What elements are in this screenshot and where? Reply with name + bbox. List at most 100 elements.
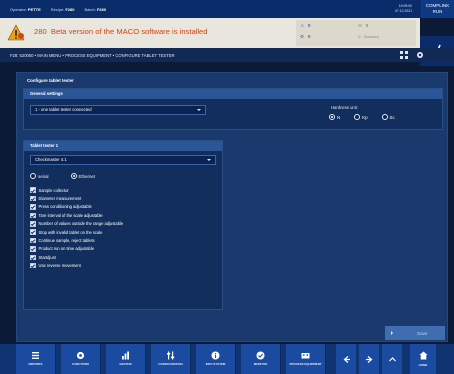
connection-option-serial[interactable]: serial <box>30 173 49 179</box>
checkbox-checked-icon[interactable] <box>30 212 36 219</box>
alarm-count-pending: ⚙ 0 <box>300 34 311 39</box>
checkbox-checked-icon[interactable] <box>30 237 36 244</box>
summary-link: ≡ Summary <box>358 34 380 39</box>
nav-graphs-button[interactable]: GRAPHS <box>106 344 146 374</box>
radio-selected-icon <box>329 114 335 120</box>
complink-label: COMPLINK <box>425 3 450 8</box>
complink-run-button[interactable]: COMPLINK RUN <box>421 0 454 18</box>
tester-option-label: Stop with invalid tablet on the scale <box>38 229 103 235</box>
connection-option-label: serial <box>38 173 49 179</box>
sliders-icon <box>167 351 175 360</box>
nav-info-system-button[interactable]: INFO SYSTEM <box>196 344 236 374</box>
tester-option-row[interactable]: Diameter measurement <box>30 194 220 202</box>
radio-icon <box>354 114 361 120</box>
nav-label: MONITOR <box>253 362 268 367</box>
tester-option-row[interactable]: Startdjust <box>30 253 220 261</box>
nav-reports-button[interactable]: REPORTS <box>16 344 56 374</box>
tester-option-label: Product run on time adjustable <box>38 246 95 252</box>
checkbox-checked-icon[interactable] <box>30 195 36 202</box>
message-count: ✉ 0 <box>358 23 369 28</box>
hardness-unit-radio-group: N Kp Sc <box>329 114 395 120</box>
tester-model-value: Checkmaster 4.1 <box>35 157 67 162</box>
chevron-down-icon <box>207 159 211 161</box>
tester-option-row[interactable]: Product run on time adjustable <box>30 245 220 253</box>
nav-process-equipment-button[interactable]: PROCESS EQUIPMENT <box>286 344 326 374</box>
tester-option-row[interactable]: Stop with invalid tablet on the scale <box>30 228 220 236</box>
gear-icon <box>76 352 85 360</box>
nav-label: GRAPHS <box>119 362 132 367</box>
checkbox-checked-icon[interactable] <box>30 246 36 252</box>
nav-monitor-button[interactable]: MONITOR <box>241 344 281 374</box>
equipment-icon <box>301 353 310 359</box>
connection-radio-group: serial Ethernet <box>30 173 95 179</box>
back-button[interactable] <box>336 344 356 374</box>
tester-option-label: Startdjust <box>38 254 56 260</box>
complink-state: RUN <box>432 8 443 14</box>
tester-option-row[interactable]: Continue sample, reject tablets <box>30 236 220 244</box>
nav-configuration-button[interactable]: CONFIGURATION <box>151 344 191 374</box>
radio-icon <box>30 173 36 179</box>
radio-icon <box>381 114 388 120</box>
tester-option-label: Diameter measurement <box>38 196 82 202</box>
tester-option-row[interactable]: Tare interval of the scale adjustable <box>30 211 220 219</box>
tester-option-label: Number of values outside the range adjus… <box>38 221 124 227</box>
connection-option-ethernet[interactable]: Ethernet <box>70 173 96 179</box>
page-title: Configure tablet tester <box>27 78 74 83</box>
home-button[interactable]: HOME <box>410 344 436 374</box>
save-button[interactable]: Save <box>385 326 445 340</box>
date-text: 07.12.2021 <box>395 8 412 13</box>
checkbox-checked-icon[interactable] <box>30 229 36 235</box>
reports-icon <box>32 352 39 360</box>
bottom-navigation: REPORTS FUNCTIONS GRAPHS CONFIGURATION INFO … <box>0 344 454 374</box>
checkbox-checked-icon[interactable] <box>30 187 36 193</box>
checkbox-checked-icon[interactable] <box>30 204 36 210</box>
operator-field: Operator:PETTE <box>10 6 41 12</box>
nav-label: CONFIGURATION <box>158 362 183 367</box>
tester-option-row[interactable]: Sample collector <box>30 186 220 194</box>
grid-icon[interactable] <box>400 51 408 59</box>
tester-count-select[interactable]: 1 - one tablet tester connected <box>30 105 206 115</box>
nav-label: REPORTS <box>28 362 43 367</box>
warning-banner[interactable]: 280 Beta version of the MACO software is… <box>0 18 454 66</box>
nav-functions-button[interactable]: FUNCTIONS <box>61 344 101 374</box>
tester-option-label: Tare interval of the scale adjustable <box>38 212 103 218</box>
save-label: Save <box>417 330 428 336</box>
chevron-up-icon <box>388 356 396 361</box>
alarm-summary[interactable]: ⚠ 0 ⚙ 0 ✉ 0 ≡ Summary <box>296 20 416 46</box>
breadcrumb-path: F28: 520050 • MAIN MENU • PROCESS EQUIPM… <box>10 52 175 58</box>
settings-icon[interactable] <box>416 51 424 59</box>
tester-options-list: Sample collector Diameter measurement Pres… <box>30 186 220 270</box>
warning-message: 280 Beta version of the MACO software is… <box>34 27 208 36</box>
play-icon <box>391 331 395 335</box>
tester-model-select[interactable]: Checkmaster 4.1 <box>30 155 216 165</box>
checkbox-checked-icon[interactable] <box>30 262 36 269</box>
forward-button[interactable] <box>359 344 379 374</box>
connection-option-label: Ethernet <box>78 173 96 179</box>
arrow-left-icon <box>343 355 350 363</box>
checkbox-checked-icon[interactable] <box>30 254 36 261</box>
bar-chart-icon <box>122 351 129 360</box>
check-circle-icon <box>256 351 265 360</box>
tester-option-label: Continue sample, reject tablets <box>38 238 95 244</box>
up-button[interactable] <box>382 344 402 374</box>
hardness-option-sc[interactable]: Sc <box>381 114 395 120</box>
nav-label: INFO SYSTEM <box>205 362 226 367</box>
hardness-option-kp[interactable]: Kp <box>354 114 368 120</box>
tester-count-value: 1 - one tablet tester connected <box>35 107 92 112</box>
hardness-option-label: N <box>337 114 341 120</box>
tester-option-row[interactable]: Number of values outside the range adjus… <box>30 220 220 228</box>
tester-option-row[interactable]: Press conditioning adjustable <box>30 203 220 211</box>
info-icon <box>211 351 220 360</box>
home-label: HOME <box>418 363 428 367</box>
tester-option-row[interactable]: Use reverse movement <box>30 262 220 270</box>
hardness-unit-label: Hardness unit: <box>331 105 358 110</box>
tester-option-label: Sample collector <box>38 187 69 193</box>
alarm-count-active: ⚠ 0 <box>300 23 311 28</box>
warning-icon <box>7 24 25 41</box>
hardness-option-label: Kp <box>362 114 368 120</box>
tester-option-label: Use reverse movement <box>38 263 81 269</box>
general-settings-header: General settings <box>24 89 442 99</box>
hardness-option-n[interactable]: N <box>329 114 340 120</box>
checkbox-checked-icon[interactable] <box>30 221 36 227</box>
datetime-display: 15:09:00 07.12.2021 <box>384 4 412 13</box>
